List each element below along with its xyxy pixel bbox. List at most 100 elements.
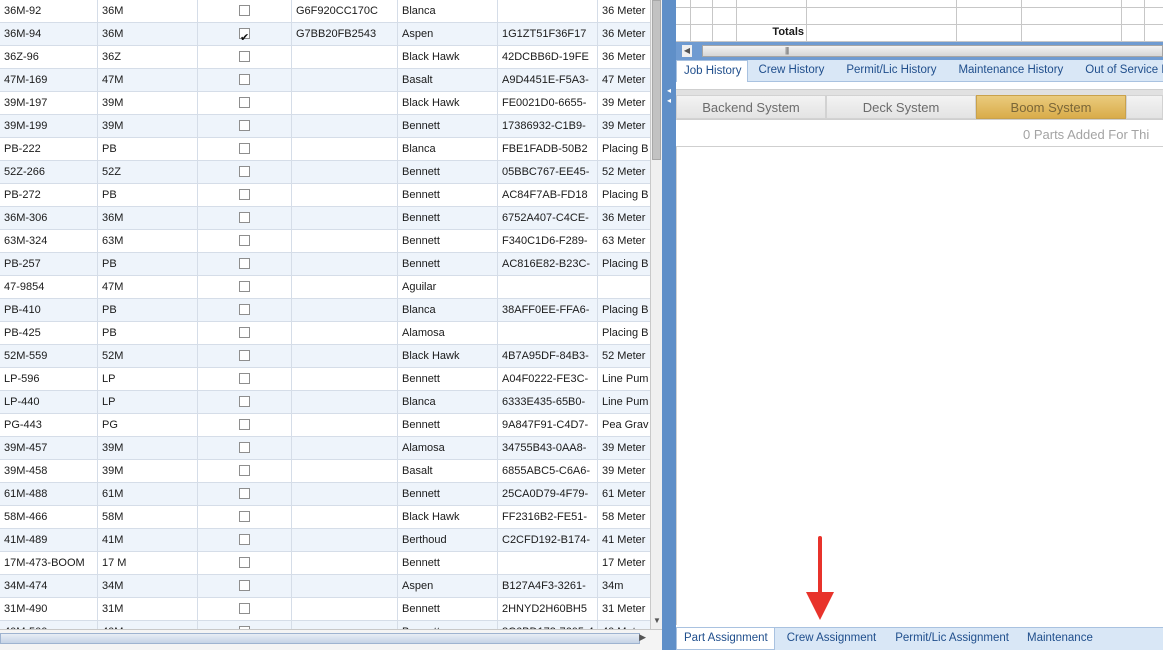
select-cell[interactable] [198,529,292,552]
location-cell[interactable]: Bennett [398,621,498,629]
type-cell[interactable]: 39M [98,460,198,483]
id-cell[interactable] [498,322,598,345]
id-cell[interactable]: 6855ABC5-C6A6- [498,460,598,483]
tab-permit-lic-history[interactable]: Permit/Lic History [835,60,947,82]
vertical-scroll-thumb[interactable] [652,0,661,160]
row-checkbox[interactable] [239,257,250,269]
row-checkbox[interactable] [239,464,250,476]
unit-cell[interactable]: 61M-488 [0,483,98,506]
type-cell[interactable]: 31M [98,598,198,621]
table-row[interactable]: 52M-559 52M Black Hawk 4B7A95DF-84B3- 52 Met… [0,345,650,368]
type-cell[interactable]: 39M [98,437,198,460]
select-cell[interactable] [198,46,292,69]
id-cell[interactable]: 05BBC767-EE45- [498,161,598,184]
unit-cell[interactable]: 52Z-266 [0,161,98,184]
id-cell[interactable]: FBE1FADB-50B2 [498,138,598,161]
description-cell[interactable]: 36 Meter [598,0,650,23]
vin-cell[interactable] [292,69,398,92]
boom-system-button[interactable]: Boom System [976,95,1126,119]
location-cell[interactable]: Black Hawk [398,345,498,368]
description-cell[interactable]: 39 Meter [598,92,650,115]
row-checkbox[interactable] [239,280,250,292]
tab-out-of-service-history[interactable]: Out of Service Histo [1074,60,1163,82]
select-cell[interactable] [198,437,292,460]
description-cell[interactable]: 47 Meter [598,69,650,92]
vin-cell[interactable] [292,621,398,629]
scroll-left-arrow-icon[interactable]: ◀ [682,45,692,57]
select-cell[interactable] [198,460,292,483]
type-cell[interactable]: 47M [98,69,198,92]
location-cell[interactable]: Black Hawk [398,92,498,115]
tab-crew-assignment[interactable]: Crew Assignment [775,628,885,650]
vin-cell[interactable] [292,276,398,299]
location-cell[interactable]: Blanca [398,299,498,322]
id-cell[interactable]: A04F0222-FE3C- [498,368,598,391]
table-row[interactable]: 40M-50040M Bennett8C6BD173-7605-440 Meter [0,621,650,629]
row-checkbox[interactable] [239,349,250,361]
tab-maintenance-history[interactable]: Maintenance History [947,60,1074,82]
vin-cell[interactable] [292,368,398,391]
type-cell[interactable]: PB [98,253,198,276]
table-row[interactable]: PB-257 PB Bennett AC816E82-B23C- Placing B [0,253,650,276]
vin-cell[interactable] [292,391,398,414]
description-cell[interactable]: Line Pum [598,391,650,414]
select-cell[interactable] [198,391,292,414]
unit-cell[interactable]: 52M-559 [0,345,98,368]
location-cell[interactable]: Bennett [398,207,498,230]
id-cell[interactable]: 2HNYD2H60BH5 [498,598,598,621]
unit-cell[interactable]: 39M-458 [0,460,98,483]
id-cell[interactable]: 6333E435-65B0- [498,391,598,414]
table-row[interactable]: 36Z-96 36Z Black Hawk 42DCBB6D-19FE 36 Meter [0,46,650,69]
select-cell[interactable] [198,506,292,529]
select-cell[interactable] [198,483,292,506]
type-cell[interactable]: 36M [98,23,198,46]
row-checkbox[interactable] [239,510,250,522]
description-cell[interactable]: 39 Meter [598,460,650,483]
type-cell[interactable]: PB [98,322,198,345]
tab-permit-lic-assignment[interactable]: Permit/Lic Assignment [885,628,1018,650]
unit-cell[interactable]: 36M-94 [0,23,98,46]
location-cell[interactable]: Bennett [398,368,498,391]
unit-cell[interactable]: 47M-169 [0,69,98,92]
vin-cell[interactable] [292,506,398,529]
table-row[interactable]: PB-272 PB Bennett AC84F7AB-FD18 Placing B [0,184,650,207]
vin-cell[interactable] [292,437,398,460]
location-cell[interactable]: Alamosa [398,322,498,345]
location-cell[interactable]: Bennett [398,598,498,621]
select-cell[interactable] [198,184,292,207]
id-cell[interactable]: A9D4451E-F5A3- [498,69,598,92]
unit-cell[interactable]: 41M-489 [0,529,98,552]
location-cell[interactable]: Blanca [398,391,498,414]
row-checkbox[interactable] [239,142,250,154]
row-checkbox[interactable] [239,50,250,62]
vin-cell[interactable] [292,575,398,598]
description-cell[interactable]: 40 Meter [598,621,650,629]
unit-cell[interactable]: 58M-466 [0,506,98,529]
table-row[interactable]: PB-425 PB Alamosa Placing B [0,322,650,345]
row-checkbox[interactable] [239,96,250,108]
location-cell[interactable]: Bennett [398,483,498,506]
row-checkbox[interactable] [239,303,250,315]
location-cell[interactable]: Aguilar [398,276,498,299]
row-checkbox[interactable] [239,441,250,453]
description-cell[interactable]: 17 Meter [598,552,650,575]
id-cell[interactable]: FF2316B2-FE51- [498,506,598,529]
unit-cell[interactable]: 36Z-96 [0,46,98,69]
id-cell[interactable]: AC816E82-B23C- [498,253,598,276]
description-cell[interactable]: Line Pum [598,368,650,391]
vin-cell[interactable] [292,483,398,506]
table-row[interactable]: PB-410 PB Blanca 38AFF0EE-FFA6- Placing B [0,299,650,322]
deck-system-button[interactable]: Deck System [826,95,976,119]
type-cell[interactable]: 36M [98,207,198,230]
table-row[interactable]: 36M-92 36M G6F920CC170C Blanca 36 Meter [0,0,650,23]
type-cell[interactable]: PB [98,138,198,161]
location-cell[interactable]: Bennett [398,184,498,207]
type-cell[interactable]: 58M [98,506,198,529]
unit-cell[interactable]: LP-440 [0,391,98,414]
row-checkbox[interactable] [239,234,250,246]
unit-cell[interactable]: 36M-306 [0,207,98,230]
location-cell[interactable]: Bennett [398,253,498,276]
table-row[interactable]: PG-443 PG Bennett 9A847F91-C4D7- Pea Grav [0,414,650,437]
unit-cell[interactable]: 31M-490 [0,598,98,621]
unit-cell[interactable]: PG-443 [0,414,98,437]
